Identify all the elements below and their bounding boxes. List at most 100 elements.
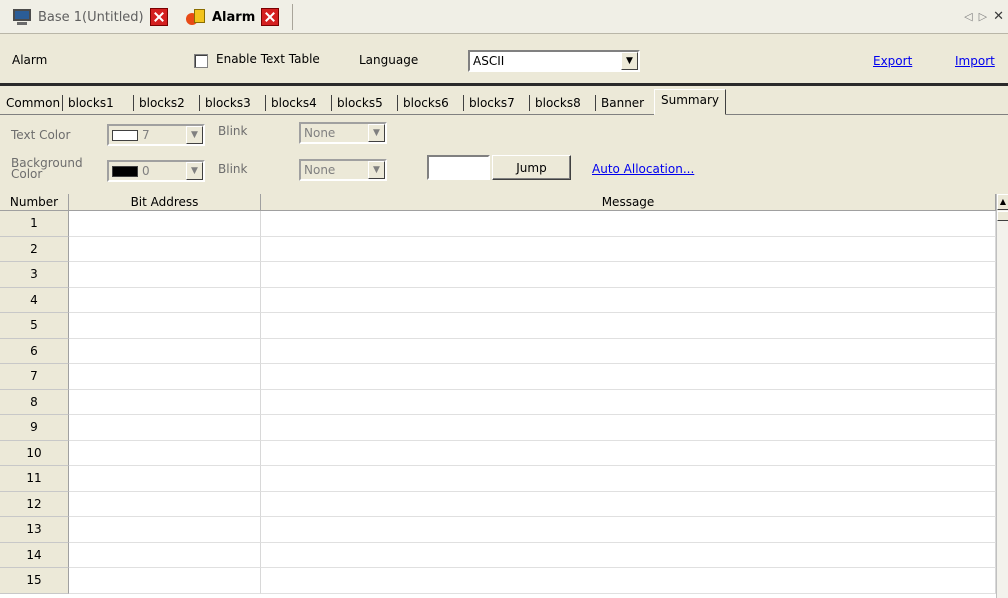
language-label: Language — [359, 53, 419, 67]
row-number[interactable]: 12 — [0, 491, 69, 517]
column-header-message[interactable]: Message — [261, 194, 996, 211]
arrow-left-icon[interactable]: ◁ — [964, 10, 972, 23]
header-title: Alarm — [12, 53, 48, 67]
background-color-select[interactable]: 0 ▼ — [107, 160, 205, 182]
column-header-bit-address[interactable]: Bit Address — [69, 194, 261, 211]
message-cell[interactable] — [261, 542, 996, 568]
row-number[interactable]: 6 — [0, 338, 69, 364]
table-row: 3 — [0, 262, 996, 288]
bit-address-cell[interactable] — [69, 364, 261, 390]
bit-address-cell[interactable] — [69, 211, 261, 237]
bit-address-cell[interactable] — [69, 568, 261, 594]
row-number[interactable]: 8 — [0, 389, 69, 415]
row-number[interactable]: 13 — [0, 517, 69, 543]
message-cell[interactable] — [261, 236, 996, 262]
chevron-down-icon[interactable]: ▼ — [368, 161, 385, 179]
arrow-right-icon[interactable]: ▷ — [979, 10, 987, 23]
message-cell[interactable] — [261, 440, 996, 466]
chevron-down-icon[interactable]: ▼ — [621, 52, 638, 70]
blink-select-1[interactable]: None ▼ — [299, 122, 387, 144]
monitor-icon — [12, 8, 32, 26]
bit-address-cell[interactable] — [69, 466, 261, 492]
scroll-thumb[interactable] — [997, 211, 1008, 221]
message-cell[interactable] — [261, 364, 996, 390]
blink-select-2[interactable]: None ▼ — [299, 159, 387, 181]
row-number[interactable]: 10 — [0, 440, 69, 466]
row-number[interactable]: 4 — [0, 287, 69, 313]
row-number[interactable]: 7 — [0, 364, 69, 390]
tab-blocks5[interactable]: blocks5 — [334, 93, 386, 113]
tab-blocks7[interactable]: blocks7 — [466, 93, 518, 113]
tab-alarm[interactable]: Alarm — [186, 6, 280, 28]
message-cell[interactable] — [261, 211, 996, 237]
message-cell[interactable] — [261, 262, 996, 288]
close-icon[interactable] — [149, 8, 168, 26]
row-number[interactable]: 1 — [0, 211, 69, 237]
import-link[interactable]: Import — [955, 54, 995, 68]
row-number[interactable]: 14 — [0, 542, 69, 568]
tab-blocks6[interactable]: blocks6 — [400, 93, 452, 113]
message-cell[interactable] — [261, 338, 996, 364]
table-row: 8 — [0, 389, 996, 415]
tab-common[interactable]: Common — [3, 93, 63, 113]
tab-navigation: ◁ ▷ ✕ — [964, 9, 1004, 24]
bit-address-cell[interactable] — [69, 542, 261, 568]
message-cell[interactable] — [261, 313, 996, 339]
message-cell[interactable] — [261, 389, 996, 415]
tab-blocks2[interactable]: blocks2 — [136, 93, 188, 113]
message-cell[interactable] — [261, 287, 996, 313]
close-all-icon[interactable]: ✕ — [993, 9, 1004, 24]
text-color-select[interactable]: 7 ▼ — [107, 124, 205, 146]
bit-address-cell[interactable] — [69, 415, 261, 441]
row-number[interactable]: 15 — [0, 568, 69, 594]
background-color-value: 0 — [142, 164, 150, 178]
blink-label-2: Blink — [218, 162, 248, 176]
bit-address-cell[interactable] — [69, 491, 261, 517]
tab-banner[interactable]: Banner — [598, 93, 647, 113]
column-header-number[interactable]: Number — [0, 194, 69, 211]
tab-divider — [292, 4, 293, 30]
chevron-down-icon[interactable]: ▼ — [368, 124, 385, 142]
bit-address-cell[interactable] — [69, 389, 261, 415]
text-color-label: Text Color — [11, 128, 71, 142]
row-number[interactable]: 11 — [0, 466, 69, 492]
bit-address-cell[interactable] — [69, 313, 261, 339]
tab-separator — [62, 95, 63, 111]
tab-blocks1[interactable]: blocks1 — [65, 93, 117, 113]
row-number[interactable]: 9 — [0, 415, 69, 441]
tab-blocks3[interactable]: blocks3 — [202, 93, 254, 113]
close-icon[interactable] — [261, 8, 280, 26]
background-color-label: Background Color — [11, 156, 83, 181]
enable-text-table-checkbox[interactable] — [194, 54, 208, 68]
bit-address-cell[interactable] — [69, 236, 261, 262]
message-cell[interactable] — [261, 517, 996, 543]
enable-text-table-label: Enable Text Table — [216, 52, 320, 66]
bit-address-cell[interactable] — [69, 287, 261, 313]
row-number[interactable]: 5 — [0, 313, 69, 339]
auto-allocation-link[interactable]: Auto Allocation... — [592, 162, 694, 176]
tab-blocks8[interactable]: blocks8 — [532, 93, 584, 113]
message-cell[interactable] — [261, 491, 996, 517]
bit-address-cell[interactable] — [69, 338, 261, 364]
row-number[interactable]: 3 — [0, 262, 69, 288]
message-cell[interactable] — [261, 568, 996, 594]
message-cell[interactable] — [261, 466, 996, 492]
vertical-scrollbar[interactable]: ▲ — [996, 194, 1008, 598]
scroll-up-icon[interactable]: ▲ — [997, 194, 1008, 210]
chevron-down-icon[interactable]: ▼ — [186, 126, 203, 144]
table-row: 4 — [0, 287, 996, 313]
export-link[interactable]: Export — [873, 54, 912, 68]
tab-base-1[interactable]: Base 1(Untitled) — [12, 6, 168, 28]
bit-address-cell[interactable] — [69, 440, 261, 466]
language-select[interactable]: ASCII ▼ — [468, 50, 640, 72]
row-number[interactable]: 2 — [0, 236, 69, 262]
jump-button[interactable]: Jump — [492, 155, 571, 180]
chevron-down-icon[interactable]: ▼ — [186, 162, 203, 180]
text-color-value: 7 — [142, 128, 150, 142]
message-cell[interactable] — [261, 415, 996, 441]
bit-address-cell[interactable] — [69, 517, 261, 543]
bit-address-cell[interactable] — [69, 262, 261, 288]
tab-summary[interactable]: Summary — [654, 89, 726, 115]
tab-blocks4[interactable]: blocks4 — [268, 93, 320, 113]
jump-input[interactable] — [427, 155, 490, 180]
